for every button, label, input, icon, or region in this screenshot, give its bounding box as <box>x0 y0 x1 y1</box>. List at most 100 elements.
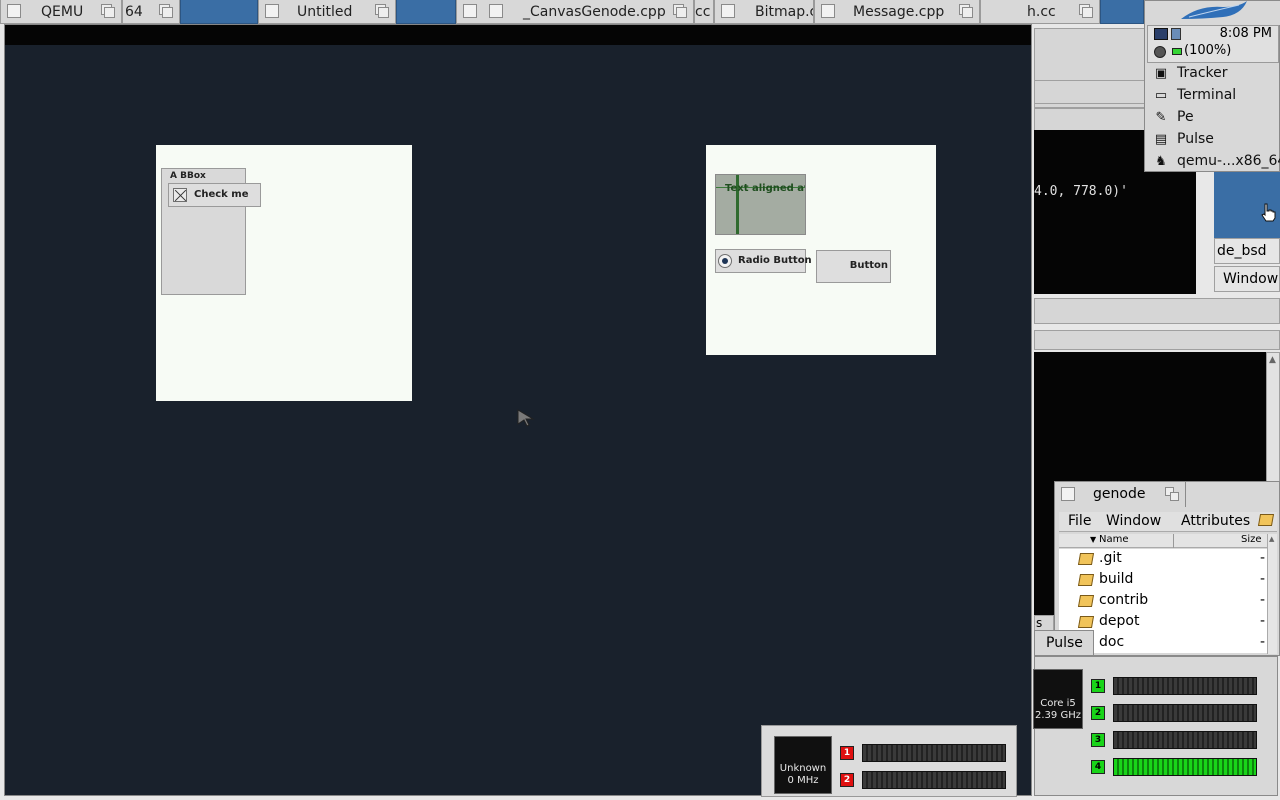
folder-icon[interactable] <box>1257 514 1275 526</box>
pulse-window-small[interactable]: Unknown 0 MHz 1 2 <box>761 725 1017 797</box>
system-tray: 8:08 PM (100%) <box>1147 25 1279 63</box>
guest-window-right[interactable]: Text aligned at Radio Button Button <box>706 145 936 355</box>
file-name: depot <box>1099 613 1140 629</box>
cpu-speed: 2.39 GHz <box>1035 710 1081 721</box>
battery-icon[interactable] <box>1172 48 1182 55</box>
terminal-icon: ▭ <box>1154 88 1168 103</box>
column-size[interactable]: Size <box>1241 534 1262 545</box>
check-me-checkbox[interactable]: Check me <box>168 183 261 207</box>
close-box-icon[interactable] <box>821 4 835 18</box>
file-name: build <box>1099 571 1134 587</box>
deskbar-item[interactable]: ▭ Terminal <box>1145 85 1280 107</box>
close-box-icon[interactable] <box>489 4 503 18</box>
battery-level: (100%) <box>1184 43 1232 58</box>
deskbar-item-label: qemu-...x86_64 <box>1177 153 1280 169</box>
menu-attributes[interactable]: Attributes <box>1181 513 1250 529</box>
cpu-meter <box>1113 758 1257 776</box>
bbox-label: A BBox <box>170 171 206 181</box>
window-panel[interactable]: Window <box>1214 266 1280 292</box>
button[interactable]: Button <box>816 250 891 283</box>
scroll-up-arrow-icon[interactable]: ▲ <box>1269 535 1274 543</box>
guest-window-left[interactable]: A BBox Check me <box>156 145 412 401</box>
deskbar-item[interactable]: ▣ Tracker <box>1145 63 1280 85</box>
menu-window[interactable]: Window <box>1106 513 1161 529</box>
folder-icon <box>1077 616 1095 628</box>
cpu-meter <box>1113 677 1257 695</box>
window-label: Window <box>1223 271 1279 287</box>
cpu-toggle[interactable]: 4 <box>1091 760 1105 774</box>
close-box-icon[interactable] <box>1061 487 1075 501</box>
radio-button[interactable]: Radio Button <box>715 249 812 273</box>
cpu-toggle[interactable]: 2 <box>1091 706 1105 720</box>
haiku-leaf-icon[interactable] <box>1179 1 1249 23</box>
background-panel-strip-3 <box>1034 298 1280 324</box>
zoom-box-icon[interactable] <box>673 4 687 18</box>
cpu-meter <box>862 771 1006 789</box>
close-box-icon[interactable] <box>265 4 279 18</box>
zoom-box-icon[interactable] <box>101 4 115 18</box>
zoom-box-icon[interactable] <box>959 4 973 18</box>
scroll-up-arrow-icon[interactable]: ▲ <box>1269 355 1276 365</box>
cpu-toggle[interactable]: 1 <box>1091 679 1105 693</box>
hand-cursor-icon <box>1261 203 1276 222</box>
tab-cc[interactable]: cc <box>694 0 714 24</box>
partial-s-panel: s <box>1034 615 1054 631</box>
cpu-toggle[interactable]: 3 <box>1091 733 1105 747</box>
tab-selected-3[interactable] <box>1100 0 1144 24</box>
tab-selected[interactable] <box>180 0 258 24</box>
close-box-icon[interactable] <box>7 4 21 18</box>
menu-file[interactable]: File <box>1068 513 1091 529</box>
tab-h-cc[interactable]: h.cc <box>980 0 1100 24</box>
clock[interactable]: 8:08 PM <box>1220 26 1272 41</box>
workspace-icon[interactable] <box>1171 28 1181 40</box>
text-view[interactable]: Text aligned at <box>715 174 806 235</box>
deskbar-leaf[interactable] <box>1145 1 1280 25</box>
cpu-toggle[interactable]: 2 <box>840 773 854 787</box>
tab-selected-2[interactable] <box>396 0 456 24</box>
tab-x86-64[interactable]: 64 <box>122 0 180 24</box>
checkbox-icon[interactable] <box>173 188 187 202</box>
zoom-box-icon[interactable] <box>1165 487 1179 501</box>
tab-untitled[interactable]: Untitled <box>258 0 396 24</box>
tab-label: _CanvasGenode.cpp <box>523 4 666 20</box>
file-size: - <box>1259 634 1265 650</box>
column-name[interactable]: Name <box>1099 534 1129 545</box>
deskbar[interactable]: 8:08 PM (100%) ▣ Tracker ▭ Terminal ✎ Pe ▤ Puls… <box>1144 0 1280 172</box>
deskbar-item[interactable]: ✎ Pe <box>1145 107 1280 129</box>
network-icon[interactable] <box>1154 28 1168 40</box>
list-item[interactable]: .git - <box>1059 549 1267 570</box>
sort-arrow-icon: ▼ <box>1090 535 1097 544</box>
cpu-model: Core i5 <box>1040 698 1076 709</box>
tab-label: Untitled <box>297 4 353 20</box>
tab-bitmap[interactable]: Bitmap.c <box>714 0 814 24</box>
radio-icon[interactable] <box>718 254 732 268</box>
close-box-icon[interactable] <box>463 4 477 18</box>
zoom-box-icon[interactable] <box>159 4 173 18</box>
qemu-top-bar <box>5 25 1031 45</box>
close-box-icon[interactable] <box>721 4 735 18</box>
tracker-title-tab[interactable]: genode <box>1054 481 1186 507</box>
tracker-scrollbar[interactable]: ▲ <box>1267 534 1277 654</box>
pulse-title-tab[interactable]: Pulse <box>1034 630 1094 656</box>
file-name: doc <box>1099 634 1125 650</box>
terminal-line: 4.0, 778.0)' <box>1034 184 1128 199</box>
tab-canvasgenode[interactable]: _CanvasGenode.cpp <box>456 0 694 24</box>
zoom-box-icon[interactable] <box>1079 4 1093 18</box>
pulse-window-large[interactable]: Core i5 2.39 GHz 1 2 3 4 <box>1033 656 1278 796</box>
tab-label: QEMU <box>41 4 84 20</box>
tab-message[interactable]: Message.cpp <box>814 0 980 24</box>
file-size: - <box>1259 592 1265 608</box>
deskbar-item[interactable]: ▤ Pulse <box>1145 129 1280 151</box>
folder-icon <box>1077 553 1095 565</box>
zoom-box-icon[interactable] <box>375 4 389 18</box>
power-icon[interactable] <box>1154 46 1166 58</box>
list-item[interactable]: contrib - <box>1059 591 1267 612</box>
cpu-chip: Core i5 2.39 GHz <box>1033 669 1083 729</box>
tab-qemu[interactable]: QEMU <box>0 0 122 24</box>
qemu-window[interactable]: A BBox Check me Text aligned at Radio Bu… <box>4 24 1032 797</box>
cpu-toggle[interactable]: 1 <box>840 746 854 760</box>
list-item[interactable]: build - <box>1059 570 1267 591</box>
deskbar-item[interactable]: ♞ qemu-...x86_64 <box>1145 151 1280 173</box>
de-bsd-label: de_bsd <box>1217 243 1267 259</box>
de-bsd-panel[interactable]: de_bsd <box>1214 238 1280 264</box>
